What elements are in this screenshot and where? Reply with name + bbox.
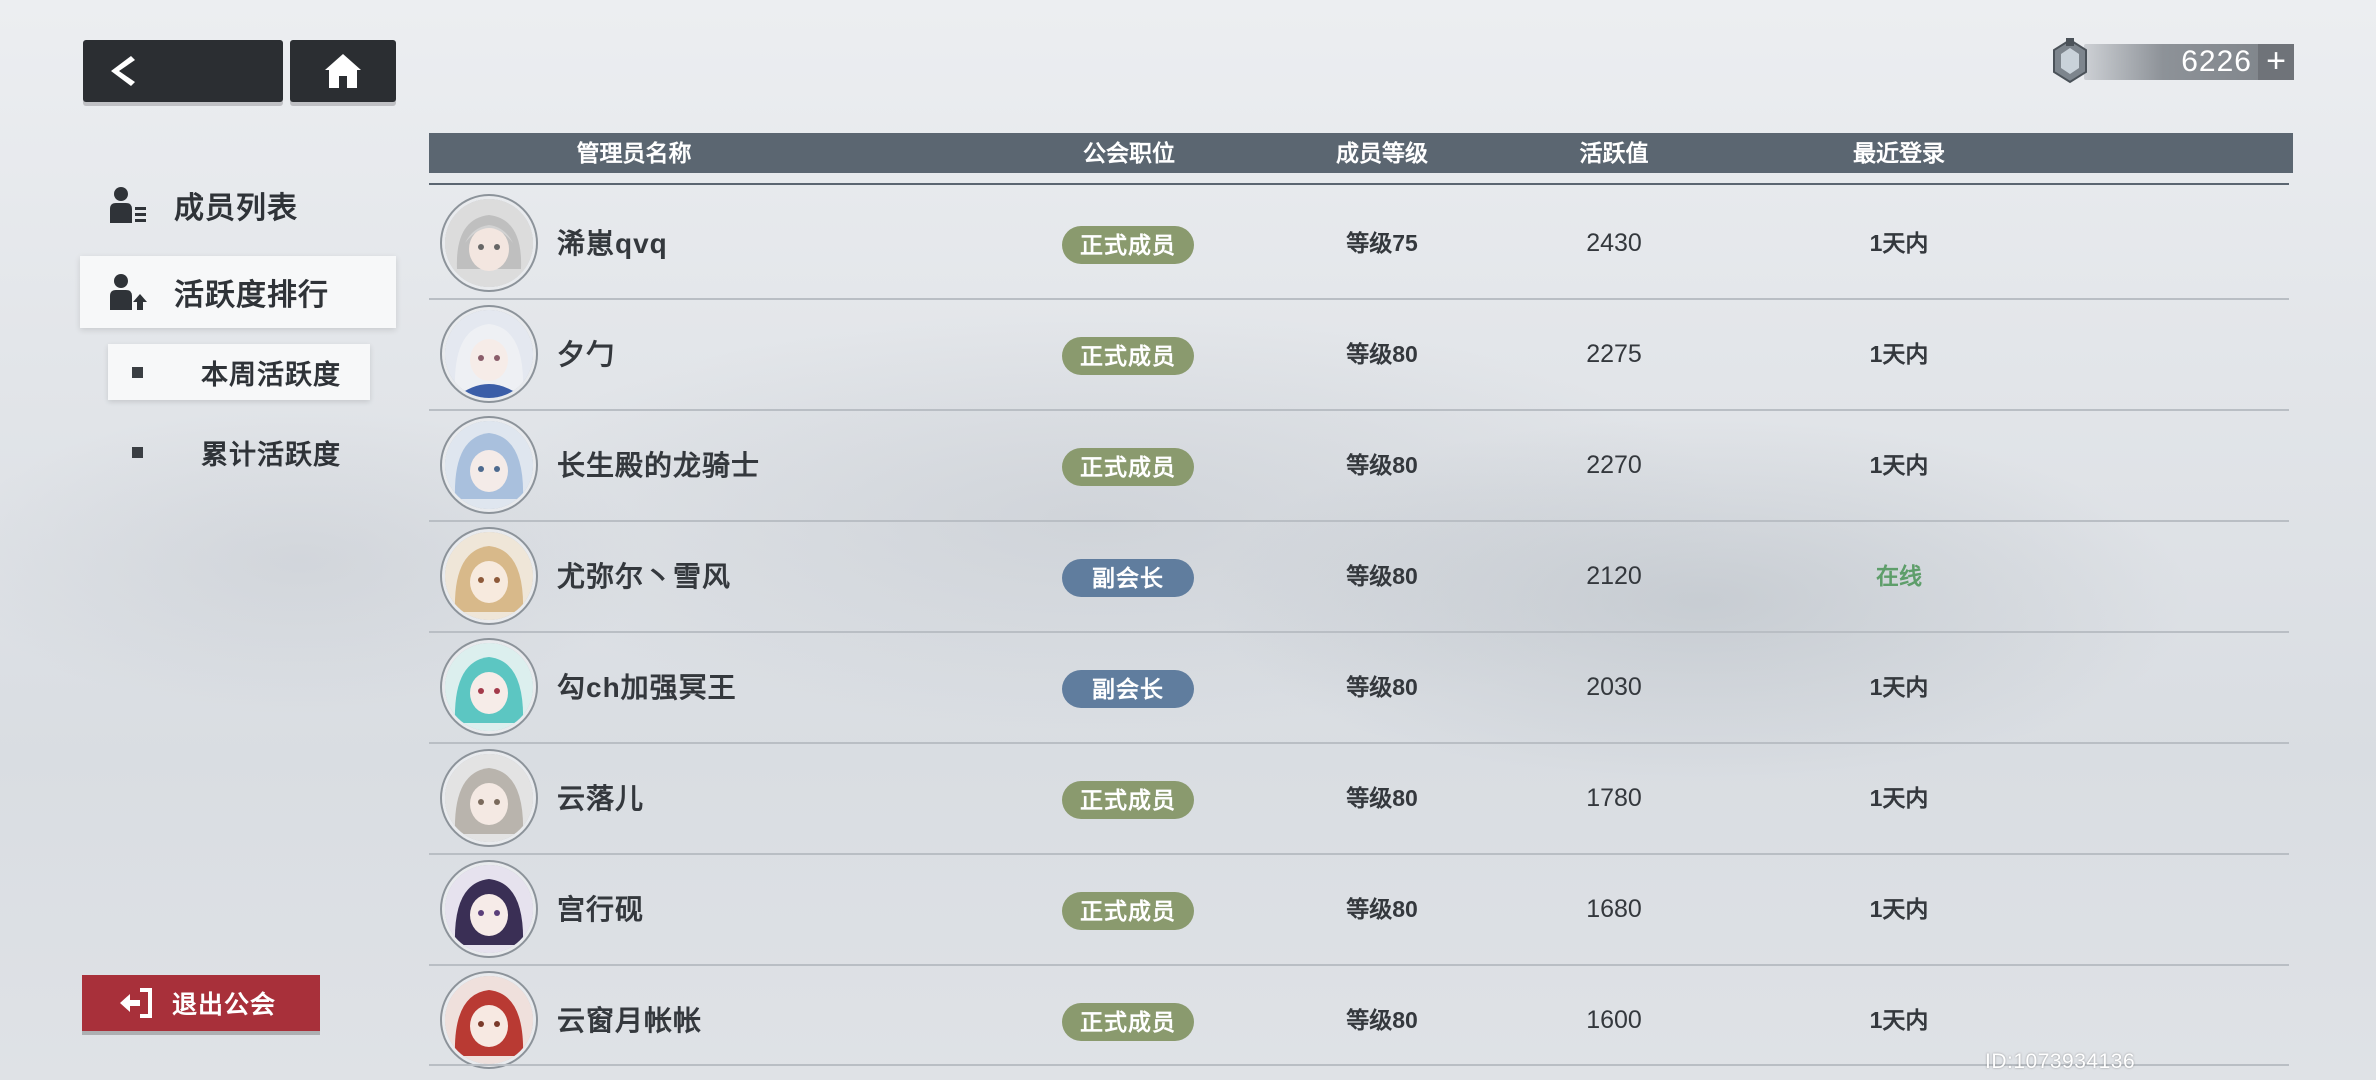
- member-level: 等级80: [1346, 341, 1418, 367]
- member-level: 等级80: [1346, 785, 1418, 811]
- member-name: 云窗月帐帐: [557, 1005, 703, 1036]
- role-badge: 正式成员: [1062, 448, 1194, 486]
- member-name: 浠崽qvq: [557, 228, 668, 259]
- last-login: 1天内: [1869, 341, 1929, 367]
- activity-value: 1680: [1586, 895, 1642, 923]
- table-row[interactable]: 长生殿的龙骑士 正式成员 等级80 2270 1天内: [429, 411, 2289, 522]
- member-level: 等级80: [1346, 896, 1418, 922]
- activity-value: 1600: [1586, 1006, 1642, 1034]
- column-header-role: 公会职位: [1083, 140, 1175, 166]
- sidebar-item-label: 活跃度排行: [174, 279, 329, 312]
- avatar[interactable]: [445, 976, 533, 1064]
- member-level: 等级80: [1346, 563, 1418, 589]
- member-name: 长生殿的龙骑士: [557, 450, 761, 481]
- subitem-weekly-activity[interactable]: 本周活跃度: [108, 344, 370, 400]
- activity-rank-icon: [110, 274, 147, 310]
- role-badge: 正式成员: [1062, 781, 1194, 819]
- member-name: 夕勹: [557, 339, 616, 370]
- back-arrow-icon: [111, 56, 135, 86]
- member-level: 等级80: [1346, 674, 1418, 700]
- last-login: 1天内: [1869, 785, 1929, 811]
- member-level: 等级75: [1346, 230, 1418, 256]
- table-header: 管理员名称 公会职位 成员等级 活跃值 最近登录: [429, 133, 2293, 173]
- back-button[interactable]: [83, 40, 283, 102]
- sidebar-item-label: 成员列表: [174, 192, 298, 225]
- role-badge: 副会长: [1062, 559, 1194, 597]
- role-badge: 副会长: [1062, 670, 1194, 708]
- table-row[interactable]: 云落儿 正式成员 等级80 1780 1天内: [429, 744, 2289, 855]
- column-header-activity: 活跃值: [1579, 140, 1649, 166]
- table-row[interactable]: 宫行砚 正式成员 等级80 1680 1天内: [429, 855, 2289, 966]
- subitem-label: 本周活跃度: [201, 359, 341, 390]
- bullet-icon: [132, 446, 143, 458]
- bullet-icon: [132, 366, 143, 378]
- role-badge: 正式成员: [1062, 1003, 1194, 1041]
- avatar[interactable]: [445, 310, 533, 398]
- activity-value: 2275: [1586, 340, 1642, 368]
- member-level: 等级80: [1346, 452, 1418, 478]
- table-row[interactable]: 尤弥尔丶雪风 副会长 等级80 2120 在线: [429, 522, 2289, 633]
- role-badge: 正式成员: [1062, 226, 1194, 264]
- avatar[interactable]: [445, 199, 533, 287]
- leave-guild-button[interactable]: 退出公会: [82, 975, 320, 1031]
- member-level: 等级80: [1346, 1007, 1418, 1033]
- subitem-total-activity[interactable]: 累计活跃度: [108, 424, 370, 480]
- last-login: 在线: [1876, 563, 1922, 589]
- add-currency-button[interactable]: +: [2258, 44, 2294, 80]
- column-header-login: 最近登录: [1853, 140, 1945, 166]
- subitem-label: 累计活跃度: [201, 439, 341, 470]
- user-id-watermark: ID:1073934136: [1985, 1050, 2136, 1073]
- member-name: 宫行砚: [557, 894, 645, 925]
- last-login: 1天内: [1869, 896, 1929, 922]
- column-header-name: 管理员名称: [576, 140, 692, 166]
- sidebar-item-activity-rank[interactable]: 活跃度排行: [80, 256, 396, 328]
- avatar[interactable]: [445, 643, 533, 731]
- member-name: 勾ch加强冥王: [557, 672, 737, 703]
- last-login: 1天内: [1869, 1007, 1929, 1033]
- member-list-icon: [110, 187, 146, 223]
- table-row[interactable]: 夕勹 正式成员 等级80 2275 1天内: [429, 300, 2289, 411]
- header-divider: [429, 183, 2289, 185]
- activity-value: 2270: [1586, 451, 1642, 479]
- last-login: 1天内: [1869, 452, 1929, 478]
- exit-icon: [120, 988, 152, 1018]
- table-row[interactable]: 浠崽qvq 正式成员 等级75 2430 1天内: [429, 189, 2289, 300]
- member-name: 云落儿: [557, 783, 645, 814]
- sidebar-item-member-list[interactable]: 成员列表: [80, 169, 396, 241]
- activity-value: 2120: [1586, 562, 1642, 590]
- avatar[interactable]: [445, 865, 533, 953]
- activity-value: 2030: [1586, 673, 1642, 701]
- leave-guild-label: 退出公会: [172, 991, 277, 1019]
- home-button[interactable]: [290, 40, 396, 102]
- crystal-currency-icon: [2053, 38, 2087, 84]
- avatar[interactable]: [445, 532, 533, 620]
- activity-value: 1780: [1586, 784, 1642, 812]
- last-login: 1天内: [1869, 674, 1929, 700]
- column-header-level: 成员等级: [1336, 140, 1428, 166]
- last-login: 1天内: [1869, 230, 1929, 256]
- role-badge: 正式成员: [1062, 337, 1194, 375]
- avatar[interactable]: [445, 421, 533, 509]
- table-row[interactable]: 勾ch加强冥王 副会长 等级80 2030 1天内: [429, 633, 2289, 744]
- activity-value: 2430: [1586, 229, 1642, 257]
- member-name: 尤弥尔丶雪风: [557, 561, 732, 592]
- currency-value: 6226: [2181, 45, 2252, 78]
- role-badge: 正式成员: [1062, 892, 1194, 930]
- avatar[interactable]: [445, 754, 533, 842]
- currency-display: 6226 +: [2044, 34, 2294, 90]
- home-icon: [325, 54, 361, 88]
